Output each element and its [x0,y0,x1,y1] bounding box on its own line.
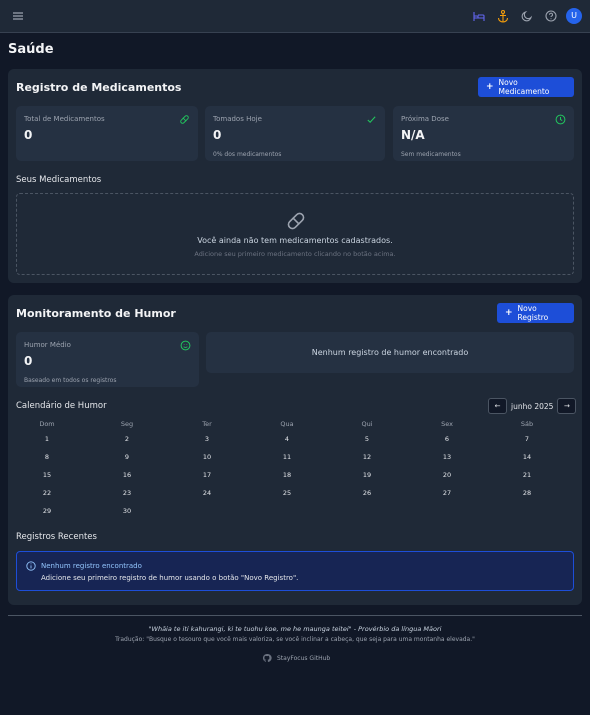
medications-empty-state: Você ainda não tem medicamentos cadastra… [16,193,574,275]
pill-icon [180,115,189,124]
new-medication-button[interactable]: + Novo Medicamento [478,77,574,97]
calendar-day[interactable]: 7 [507,435,547,443]
calendar-day[interactable]: 20 [427,471,467,479]
page-title: Saúde [8,42,54,57]
help-icon[interactable] [544,9,558,23]
weekday-label: Ter [202,420,212,428]
calendar-nav: ← junho 2025 → [488,398,577,414]
calendar-day[interactable]: 6 [427,435,467,443]
calendar-day[interactable]: 16 [107,471,147,479]
pill-icon [287,212,305,230]
calendar-day[interactable]: 24 [187,489,227,497]
calendar-day[interactable]: 3 [187,435,227,443]
weekday-label: Qui [361,420,373,428]
calendar-day[interactable]: 15 [27,471,67,479]
check-icon [367,116,376,124]
calendar-day[interactable]: 10 [187,453,227,461]
weekday-label: Seg [120,420,134,428]
clock-icon [555,114,566,125]
calendar-day[interactable]: 22 [27,489,67,497]
no-mood-records: Nenhum registro de humor encontrado [206,332,574,373]
stat-next-dose: Próxima Dose N/A Sem medicamentos [393,106,574,161]
top-bar: U [0,0,590,33]
medications-card: Registro de Medicamentos + Novo Medicame… [8,69,582,283]
plus-icon: + [486,82,494,92]
anchor-icon[interactable] [496,9,510,23]
smile-icon [180,340,191,351]
calendar-day[interactable]: 27 [427,489,467,497]
calendar-day[interactable]: 2 [107,435,147,443]
weekday-label: Sex [441,420,453,428]
calendar-title: Calendário de Humor [16,401,107,411]
alert-title: Nenhum registro encontrado [41,562,142,570]
stat-label: Humor Médio [24,341,71,349]
new-record-label: Novo Registro [517,304,549,322]
weekday-label: Sáb [520,420,534,428]
calendar-day[interactable]: 1 [27,435,67,443]
medications-list-title: Seus Medicamentos [16,175,102,185]
calendar-day[interactable]: 30 [107,507,147,515]
bed-icon[interactable] [472,9,486,23]
plus-icon: + [505,308,513,318]
stat-label: Tomados Hoje [213,115,262,123]
calendar-day[interactable]: 5 [347,435,387,443]
stat-average-mood: Humor Médio 0 Baseado em todos os regist… [16,332,199,387]
stat-total-medications: Total de Medicamentos 0 [16,106,198,161]
github-icon [262,653,272,662]
calendar-month: junho 2025 [511,401,554,411]
recent-records-alert: Nenhum registro encontrado Adicione seu … [16,551,574,591]
moon-icon[interactable] [520,9,534,23]
stat-taken-today: Tomados Hoje 0 0% dos medicamentos [205,106,385,161]
calendar-day[interactable]: 29 [27,507,67,515]
footer-translation: Tradução: "Busque o tesouro que você mai… [115,636,475,643]
calendar-day[interactable]: 11 [267,453,307,461]
stat-subtitle: Sem medicamentos [401,151,461,158]
stat-value: N/A [401,128,425,142]
new-mood-record-button[interactable]: + Novo Registro [497,303,574,323]
mood-card: Monitoramento de Humor + Novo Registro H… [8,295,582,605]
calendar-day[interactable]: 8 [27,453,67,461]
calendar-day[interactable]: 21 [507,471,547,479]
empty-title: Você ainda não tem medicamentos cadastra… [197,236,393,245]
calendar-day[interactable]: 28 [507,489,547,497]
calendar-day[interactable]: 26 [347,489,387,497]
calendar-day[interactable]: 18 [267,471,307,479]
calendar-day[interactable]: 13 [427,453,467,461]
calendar-day[interactable]: 14 [507,453,547,461]
next-month-button[interactable]: → [557,398,577,414]
calendar-day[interactable]: 4 [267,435,307,443]
new-medication-label: Novo Medicamento [498,78,550,96]
github-label: StayFocus GitHub [277,654,331,662]
stat-subtitle: Baseado em todos os registros [24,377,117,384]
stat-value: 0 [24,128,33,142]
calendar-day[interactable]: 9 [107,453,147,461]
footer-divider [8,615,582,616]
empty-hint: Adicione seu primeiro medicamento clican… [194,250,396,258]
github-link[interactable]: StayFocus GitHub [262,653,330,663]
stat-label: Total de Medicamentos [24,115,105,123]
avatar[interactable]: U [566,8,582,24]
calendar-day[interactable]: 25 [267,489,307,497]
stat-subtitle: 0% dos medicamentos [213,151,282,158]
recent-records-title: Registros Recentes [16,532,97,542]
stat-value: 0 [24,354,33,368]
medications-title: Registro de Medicamentos [16,81,182,94]
footer-quote: "Whāia te iti kahurangi, ki te tuohu koe… [148,625,442,633]
hamburger-icon[interactable] [12,10,24,22]
weekday-label: Dom [39,420,55,428]
weekday-label: Qua [280,420,294,428]
mood-title: Monitoramento de Humor [16,307,176,320]
stat-value: 0 [213,128,222,142]
info-icon [26,561,36,571]
calendar-day[interactable]: 23 [107,489,147,497]
calendar-day[interactable]: 12 [347,453,387,461]
calendar-day[interactable]: 19 [347,471,387,479]
previous-month-button[interactable]: ← [488,398,507,414]
calendar-day[interactable]: 17 [187,471,227,479]
stat-label: Próxima Dose [401,115,449,123]
alert-description: Adicione seu primeiro registro de humor … [41,574,299,582]
